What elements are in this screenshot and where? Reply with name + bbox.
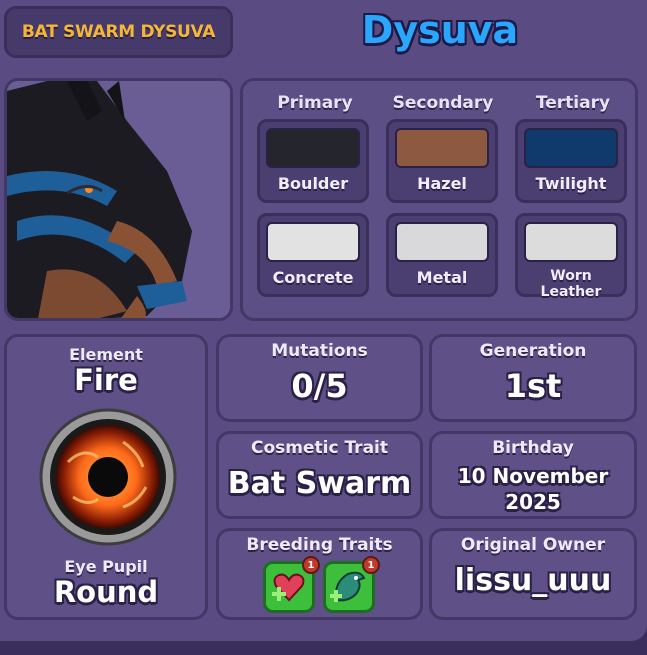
element-value: Fire bbox=[74, 363, 138, 397]
secondary-header: Secondary bbox=[392, 93, 494, 113]
breeding-traits-label: Breeding Traits bbox=[246, 535, 393, 555]
creature-name: Dysuva bbox=[361, 8, 519, 52]
dragon-head-image bbox=[7, 81, 230, 318]
birthday-year: 2025 bbox=[505, 490, 561, 514]
trait-count-badge: 1 bbox=[362, 556, 380, 574]
generation-value: 1st bbox=[504, 367, 562, 405]
original-owner-value[interactable]: lissu_uuu bbox=[432, 563, 634, 598]
swatch-label: Worn Leather bbox=[540, 268, 602, 300]
eye-pupil-label: Eye Pupil bbox=[64, 557, 148, 576]
creature-portrait bbox=[4, 78, 233, 321]
cosmetic-trait-label: Cosmetic Trait bbox=[250, 438, 388, 458]
mutations-value: 0/5 bbox=[291, 367, 348, 405]
birthday-label: Birthday bbox=[492, 438, 574, 458]
swatch-color bbox=[524, 128, 618, 168]
swatch-primary-material[interactable]: Concrete bbox=[257, 213, 369, 297]
swatch-secondary[interactable]: Hazel bbox=[386, 119, 498, 203]
swatch-label: Concrete bbox=[272, 268, 354, 287]
birthday-panel: Birthday 10 November 2025 bbox=[429, 431, 637, 519]
swatch-color bbox=[524, 222, 618, 262]
creature-tag: BAT SWARM DYSUVA bbox=[4, 6, 233, 58]
colors-panel: Primary Secondary Tertiary Boulder Hazel… bbox=[240, 78, 638, 321]
swatch-label: Boulder bbox=[277, 174, 349, 193]
swatch-color bbox=[266, 128, 360, 168]
element-panel: Element Fire Eye Pupil Round bbox=[4, 334, 208, 620]
swatch-color bbox=[395, 222, 489, 262]
breeding-traits-panel: Breeding Traits 1 1 bbox=[216, 528, 423, 620]
swatch-label: Twilight bbox=[535, 174, 607, 193]
heart-plus-icon[interactable]: 1 bbox=[263, 556, 320, 613]
swatch-secondary-material[interactable]: Metal bbox=[386, 213, 498, 297]
swatch-color bbox=[395, 128, 489, 168]
fire-eye-icon bbox=[38, 407, 178, 547]
primary-header: Primary bbox=[277, 93, 353, 113]
swatch-tertiary[interactable]: Twilight bbox=[515, 119, 627, 203]
dragon-plus-icon[interactable]: 1 bbox=[323, 556, 380, 613]
swatch-tertiary-material[interactable]: Worn Leather bbox=[515, 213, 627, 300]
cosmetic-trait-panel: Cosmetic Trait Bat Swarm bbox=[216, 431, 423, 519]
swatch-primary[interactable]: Boulder bbox=[257, 119, 369, 203]
eye-pupil-value: Round bbox=[53, 575, 159, 609]
mutations-label: Mutations bbox=[271, 341, 368, 361]
generation-panel: Generation 1st bbox=[429, 334, 637, 422]
trait-count-badge: 1 bbox=[302, 556, 320, 574]
swatch-color bbox=[266, 222, 360, 262]
cosmetic-trait-value: Bat Swarm bbox=[227, 466, 412, 501]
swatch-label: Hazel bbox=[417, 174, 467, 193]
birthday-date: 10 November bbox=[457, 464, 609, 488]
original-owner-panel: Original Owner lissu_uuu bbox=[429, 528, 637, 620]
generation-label: Generation bbox=[479, 341, 587, 361]
mutations-panel: Mutations 0/5 bbox=[216, 334, 423, 422]
original-owner-label: Original Owner bbox=[460, 535, 606, 555]
tertiary-header: Tertiary bbox=[535, 93, 611, 113]
swatch-label: Metal bbox=[416, 268, 468, 287]
element-label: Element bbox=[69, 345, 143, 364]
